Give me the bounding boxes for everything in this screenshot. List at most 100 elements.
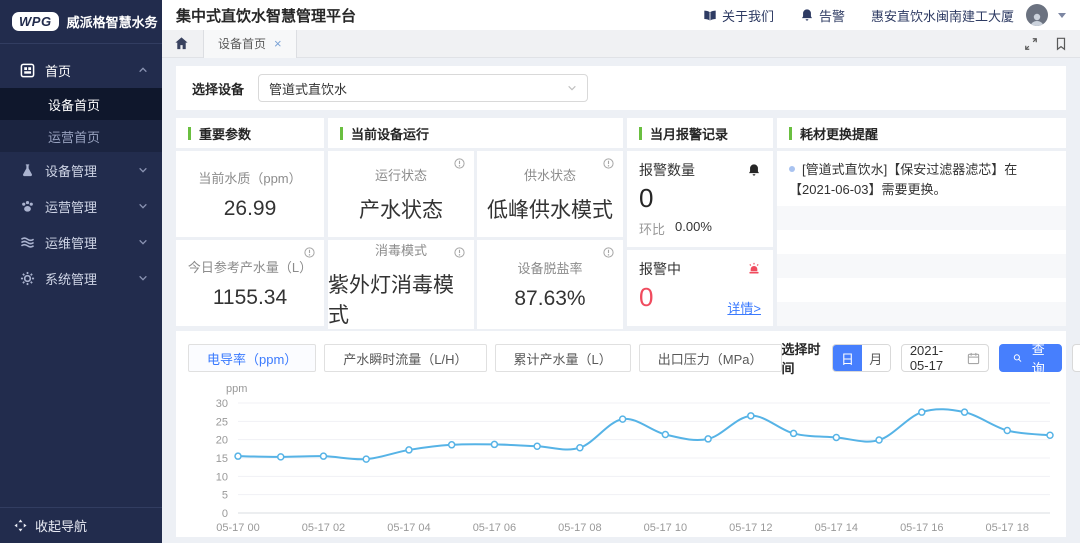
bookmark-icon[interactable] [1054,37,1068,51]
consumable-message: [管道式直饮水]【保安过滤器滤芯】在【2021-06-03】需要更换。 [789,162,1017,197]
sidebar-item-label: 系统管理 [45,269,128,288]
info-icon[interactable] [454,247,465,258]
metric-label: 设备脱盐率 [517,258,582,277]
sidebar-item-operation-mgmt[interactable]: 运营管理 [0,188,162,224]
metric-value: 低峰供水模式 [487,194,613,224]
list-item[interactable]: [管道式直饮水]【保安过滤器滤芯】在【2021-06-03】需要更换。 [777,151,1066,206]
accent-bar [789,127,792,140]
svg-text:5: 5 [222,490,228,502]
day-toggle-button[interactable]: 日 [833,345,861,371]
chevron-up-icon [138,65,148,75]
alarm-detail-link[interactable]: 详情> [727,298,761,317]
chevron-down-icon [138,273,148,283]
consumables-card: 耗材更换提醒 [管道式直饮水]【保安过滤器滤芯】在【2021-06-03】需要更… [777,118,1066,326]
chart-card: 电导率（ppm） 产水瞬时流量（L/H） 累计产水量（L） 出口压力（MPa） … [176,331,1066,537]
route-tabbar: 设备首页 × [162,30,1080,58]
chart-tabs: 电导率（ppm） 产水瞬时流量（L/H） 累计产水量（L） 出口压力（MPa） [188,344,782,372]
info-icon[interactable] [603,247,614,258]
svg-text:05-17 14: 05-17 14 [815,522,858,534]
line-chart: 051015202530ppm05-17 0005-17 0205-17 040… [188,381,1054,543]
sidebar-item-label: 运营管理 [45,197,128,216]
list-row [777,278,1066,302]
sidebar-item-home[interactable]: 首页 [0,52,162,88]
info-icon[interactable] [304,247,315,258]
home-icon[interactable] [174,36,189,51]
bell-icon [747,163,761,177]
sidebar-item-device-mgmt[interactable]: 设备管理 [0,152,162,188]
sidebar-item-label: 首页 [45,61,128,80]
collapse-nav-button[interactable]: 收起导航 [0,507,162,543]
svg-text:05-17 00: 05-17 00 [216,522,259,534]
ratio-label: 环比 [639,219,665,238]
metric-label: 供水状态 [524,165,576,184]
card-title: 当前设备运行 [351,124,429,143]
top-header: 集中式直饮水智慧管理平台 关于我们 告警 惠安直饮水闽南建工大厦 [162,0,1080,30]
info-icon[interactable] [454,158,465,169]
chevron-down-icon [138,201,148,211]
alarm-link[interactable]: 告警 [800,6,845,25]
tab-total-output[interactable]: 累计产水量（L） [495,344,631,372]
tab-instant-flow[interactable]: 产水瞬时流量（L/H） [324,344,486,372]
wpg-logo: WPG [12,12,59,31]
sidebar-item-label: 运维管理 [45,233,128,252]
page-title: 集中式直饮水智慧管理平台 [176,5,356,26]
siren-icon [747,262,761,276]
card-header: 当前设备运行 [328,118,623,148]
list-row [777,302,1066,326]
info-icon[interactable] [603,158,614,169]
device-select-card: 选择设备 管道式直饮水 [176,66,1066,110]
card-title: 当月报警记录 [650,124,728,143]
svg-text:15: 15 [216,453,228,465]
alarm-label: 告警 [819,6,845,25]
sidebar-item-maintenance-mgmt[interactable]: 运维管理 [0,224,162,260]
sidebar: WPG 威派格智慧水务 首页 设备首页 运营首页 设备管理 [0,0,162,543]
brand: WPG 威派格智慧水务 [0,0,162,44]
query-button[interactable]: 查询 [999,344,1062,372]
gear-icon [20,271,35,286]
fullscreen-icon[interactable] [1024,37,1038,51]
alarm-active-box: 报警中 0 详情> [627,250,773,326]
tab-conductivity[interactable]: 电导率（ppm） [188,344,316,372]
device-select-dropdown[interactable]: 管道式直饮水 [258,74,588,102]
tab-outlet-pressure[interactable]: 出口压力（MPa） [639,344,782,372]
about-us-link[interactable]: 关于我们 [703,6,774,25]
metric-value: 87.63% [514,287,585,311]
caret-down-icon[interactable] [1058,13,1066,18]
svg-text:30: 30 [216,398,228,410]
svg-text:05-17 16: 05-17 16 [900,522,943,534]
sidebar-item-operation-home[interactable]: 运营首页 [0,120,162,152]
bullet-icon [789,166,795,172]
svg-text:05-17 10: 05-17 10 [644,522,687,534]
close-icon[interactable]: × [274,36,282,51]
calendar-icon [967,352,980,365]
month-toggle-button[interactable]: 月 [862,345,890,371]
svg-text:0: 0 [222,508,228,520]
device-running-card: 当前设备运行 运行状态 产水状态 供水状态 低峰供水模式 [328,118,623,326]
svg-text:05-17 08: 05-17 08 [558,522,601,534]
sidebar-item-device-home[interactable]: 设备首页 [0,88,162,120]
avatar[interactable] [1026,4,1048,26]
accent-bar [639,127,642,140]
card-header: 耗材更换提醒 [777,118,1066,148]
bell-icon [800,8,814,22]
svg-text:ppm: ppm [226,383,247,395]
flask-icon [20,163,35,178]
sidebar-item-system-mgmt[interactable]: 系统管理 [0,260,162,296]
metric-value: 产水状态 [359,194,443,224]
reset-button[interactable]: 重置 [1072,344,1080,372]
date-picker[interactable]: 2021-05-17 [901,344,990,372]
time-controls: 选择时间 日 月 2021-05-17 查询 [782,339,1080,377]
tab-device-home[interactable]: 设备首页 × [203,30,297,58]
sidebar-item-label: 运营首页 [48,127,100,146]
metric-value: 紫外灯消毒模式 [328,269,474,329]
dashboard-icon [20,63,35,78]
chart-controls: 电导率（ppm） 产水瞬时流量（L/H） 累计产水量（L） 出口压力（MPa） … [188,339,1054,377]
svg-text:20: 20 [216,435,228,447]
chevron-down-icon [138,165,148,175]
account-name[interactable]: 惠安直饮水闽南建工大厦 [871,6,1014,25]
tabbar-tools [1024,37,1068,51]
tab-label: 设备首页 [218,35,266,52]
sidebar-menu: 首页 设备首页 运营首页 设备管理 运营管理 [0,44,162,507]
waves-icon [20,235,35,250]
about-us-label: 关于我们 [722,6,774,25]
